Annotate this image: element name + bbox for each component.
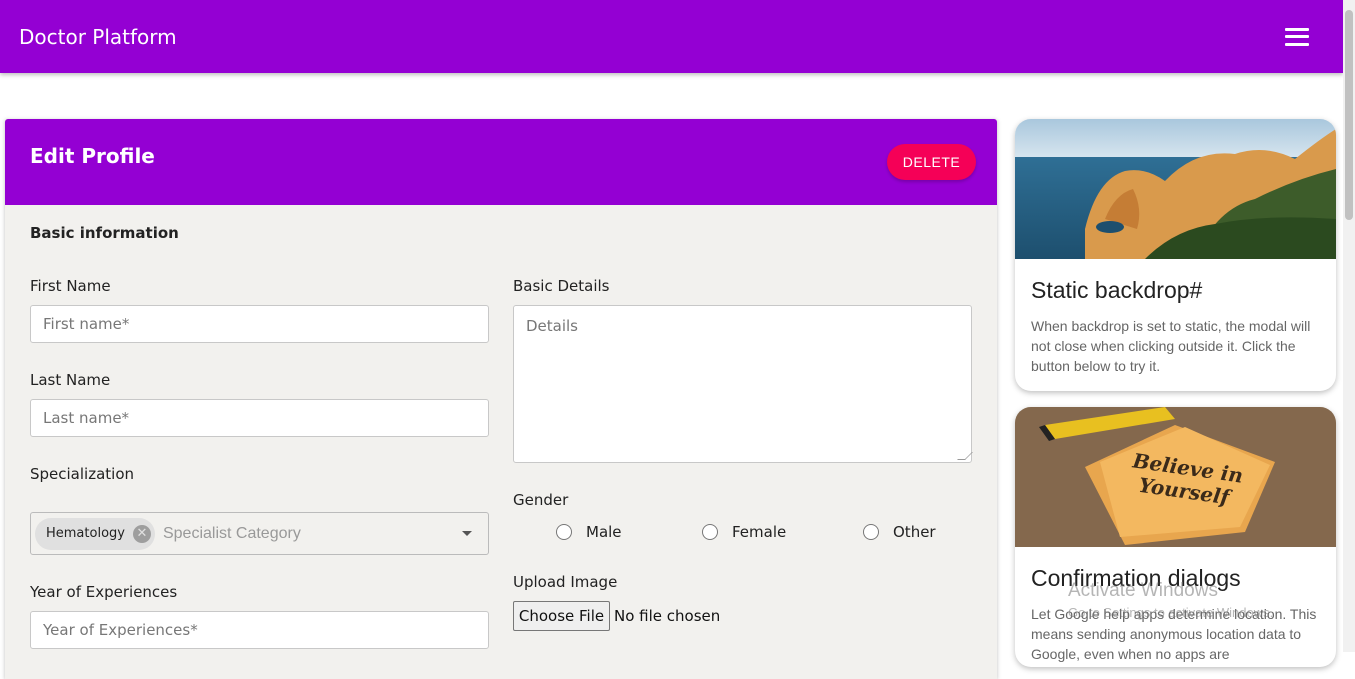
chip-remove-icon[interactable]: ✕: [132, 524, 151, 543]
app-title[interactable]: Doctor Platform: [19, 25, 177, 49]
card-title: Edit Profile: [30, 144, 155, 168]
hamburger-menu-icon[interactable]: [1285, 27, 1309, 46]
gender-option-male[interactable]: Male: [556, 523, 622, 541]
gender-label: Gender: [513, 491, 569, 509]
chip-label: Hematology: [46, 526, 125, 541]
edit-profile-card: Edit Profile DELETE Basic information Fi…: [5, 119, 997, 679]
first-name-input[interactable]: First name*: [30, 305, 489, 343]
side-card-static-backdrop: Static backdrop# When backdrop is set to…: [1015, 119, 1336, 391]
details-label: Basic Details: [513, 277, 610, 295]
experience-input[interactable]: Year of Experiences*: [30, 611, 489, 649]
app-bar: Doctor Platform: [0, 0, 1343, 73]
gender-option-other[interactable]: Other: [863, 523, 936, 541]
page-scrollbar[interactable]: [1343, 0, 1355, 652]
specialization-select[interactable]: Hematology ✕ Specialist Category: [30, 512, 489, 555]
activate-windows-subtitle: Go to Settings to activate Windows.: [1068, 605, 1274, 620]
experience-label: Year of Experiences: [30, 583, 178, 601]
delete-button[interactable]: DELETE: [887, 144, 976, 180]
specialization-chip[interactable]: Hematology ✕: [35, 517, 155, 550]
activate-windows-title: Activate Windows: [1068, 580, 1218, 601]
last-name-label: Last Name: [30, 371, 111, 389]
radio-other[interactable]: [863, 524, 879, 540]
choose-file-button[interactable]: Choose File: [513, 601, 610, 631]
first-name-label: First Name: [30, 277, 111, 295]
sticky-note-image: Believe in Yourself: [1015, 407, 1336, 547]
chevron-down-icon[interactable]: [462, 531, 472, 536]
side-card-text: When backdrop is set to static, the moda…: [1031, 318, 1311, 374]
section-title: Basic information: [30, 224, 179, 242]
details-textarea[interactable]: Details: [513, 305, 973, 463]
specialization-label: Specialization: [30, 465, 135, 483]
gender-female-label: Female: [732, 523, 787, 541]
scrollbar-thumb[interactable]: [1345, 10, 1353, 220]
last-name-input[interactable]: Last name*: [30, 399, 489, 437]
details-placeholder: Details: [526, 317, 579, 335]
experience-placeholder: Year of Experiences*: [43, 621, 198, 639]
specialization-placeholder: Specialist Category: [162, 524, 301, 542]
card-header: Edit Profile DELETE: [5, 119, 997, 205]
last-name-placeholder: Last name*: [43, 409, 130, 427]
gender-option-female[interactable]: Female: [702, 523, 786, 541]
upload-label: Upload Image: [513, 573, 618, 591]
resize-handle-icon[interactable]: [957, 452, 973, 460]
first-name-placeholder: First name*: [43, 315, 130, 333]
radio-female[interactable]: [702, 524, 718, 540]
coastline-image: [1015, 119, 1336, 259]
file-status: No file chosen: [614, 607, 721, 625]
gender-male-label: Male: [586, 523, 622, 541]
gender-other-label: Other: [893, 523, 936, 541]
side-card-title: Static backdrop#: [1031, 277, 1203, 303]
radio-male[interactable]: [556, 524, 572, 540]
side-card-confirmation: Believe in Yourself Confirmation dialogs…: [1015, 407, 1336, 667]
